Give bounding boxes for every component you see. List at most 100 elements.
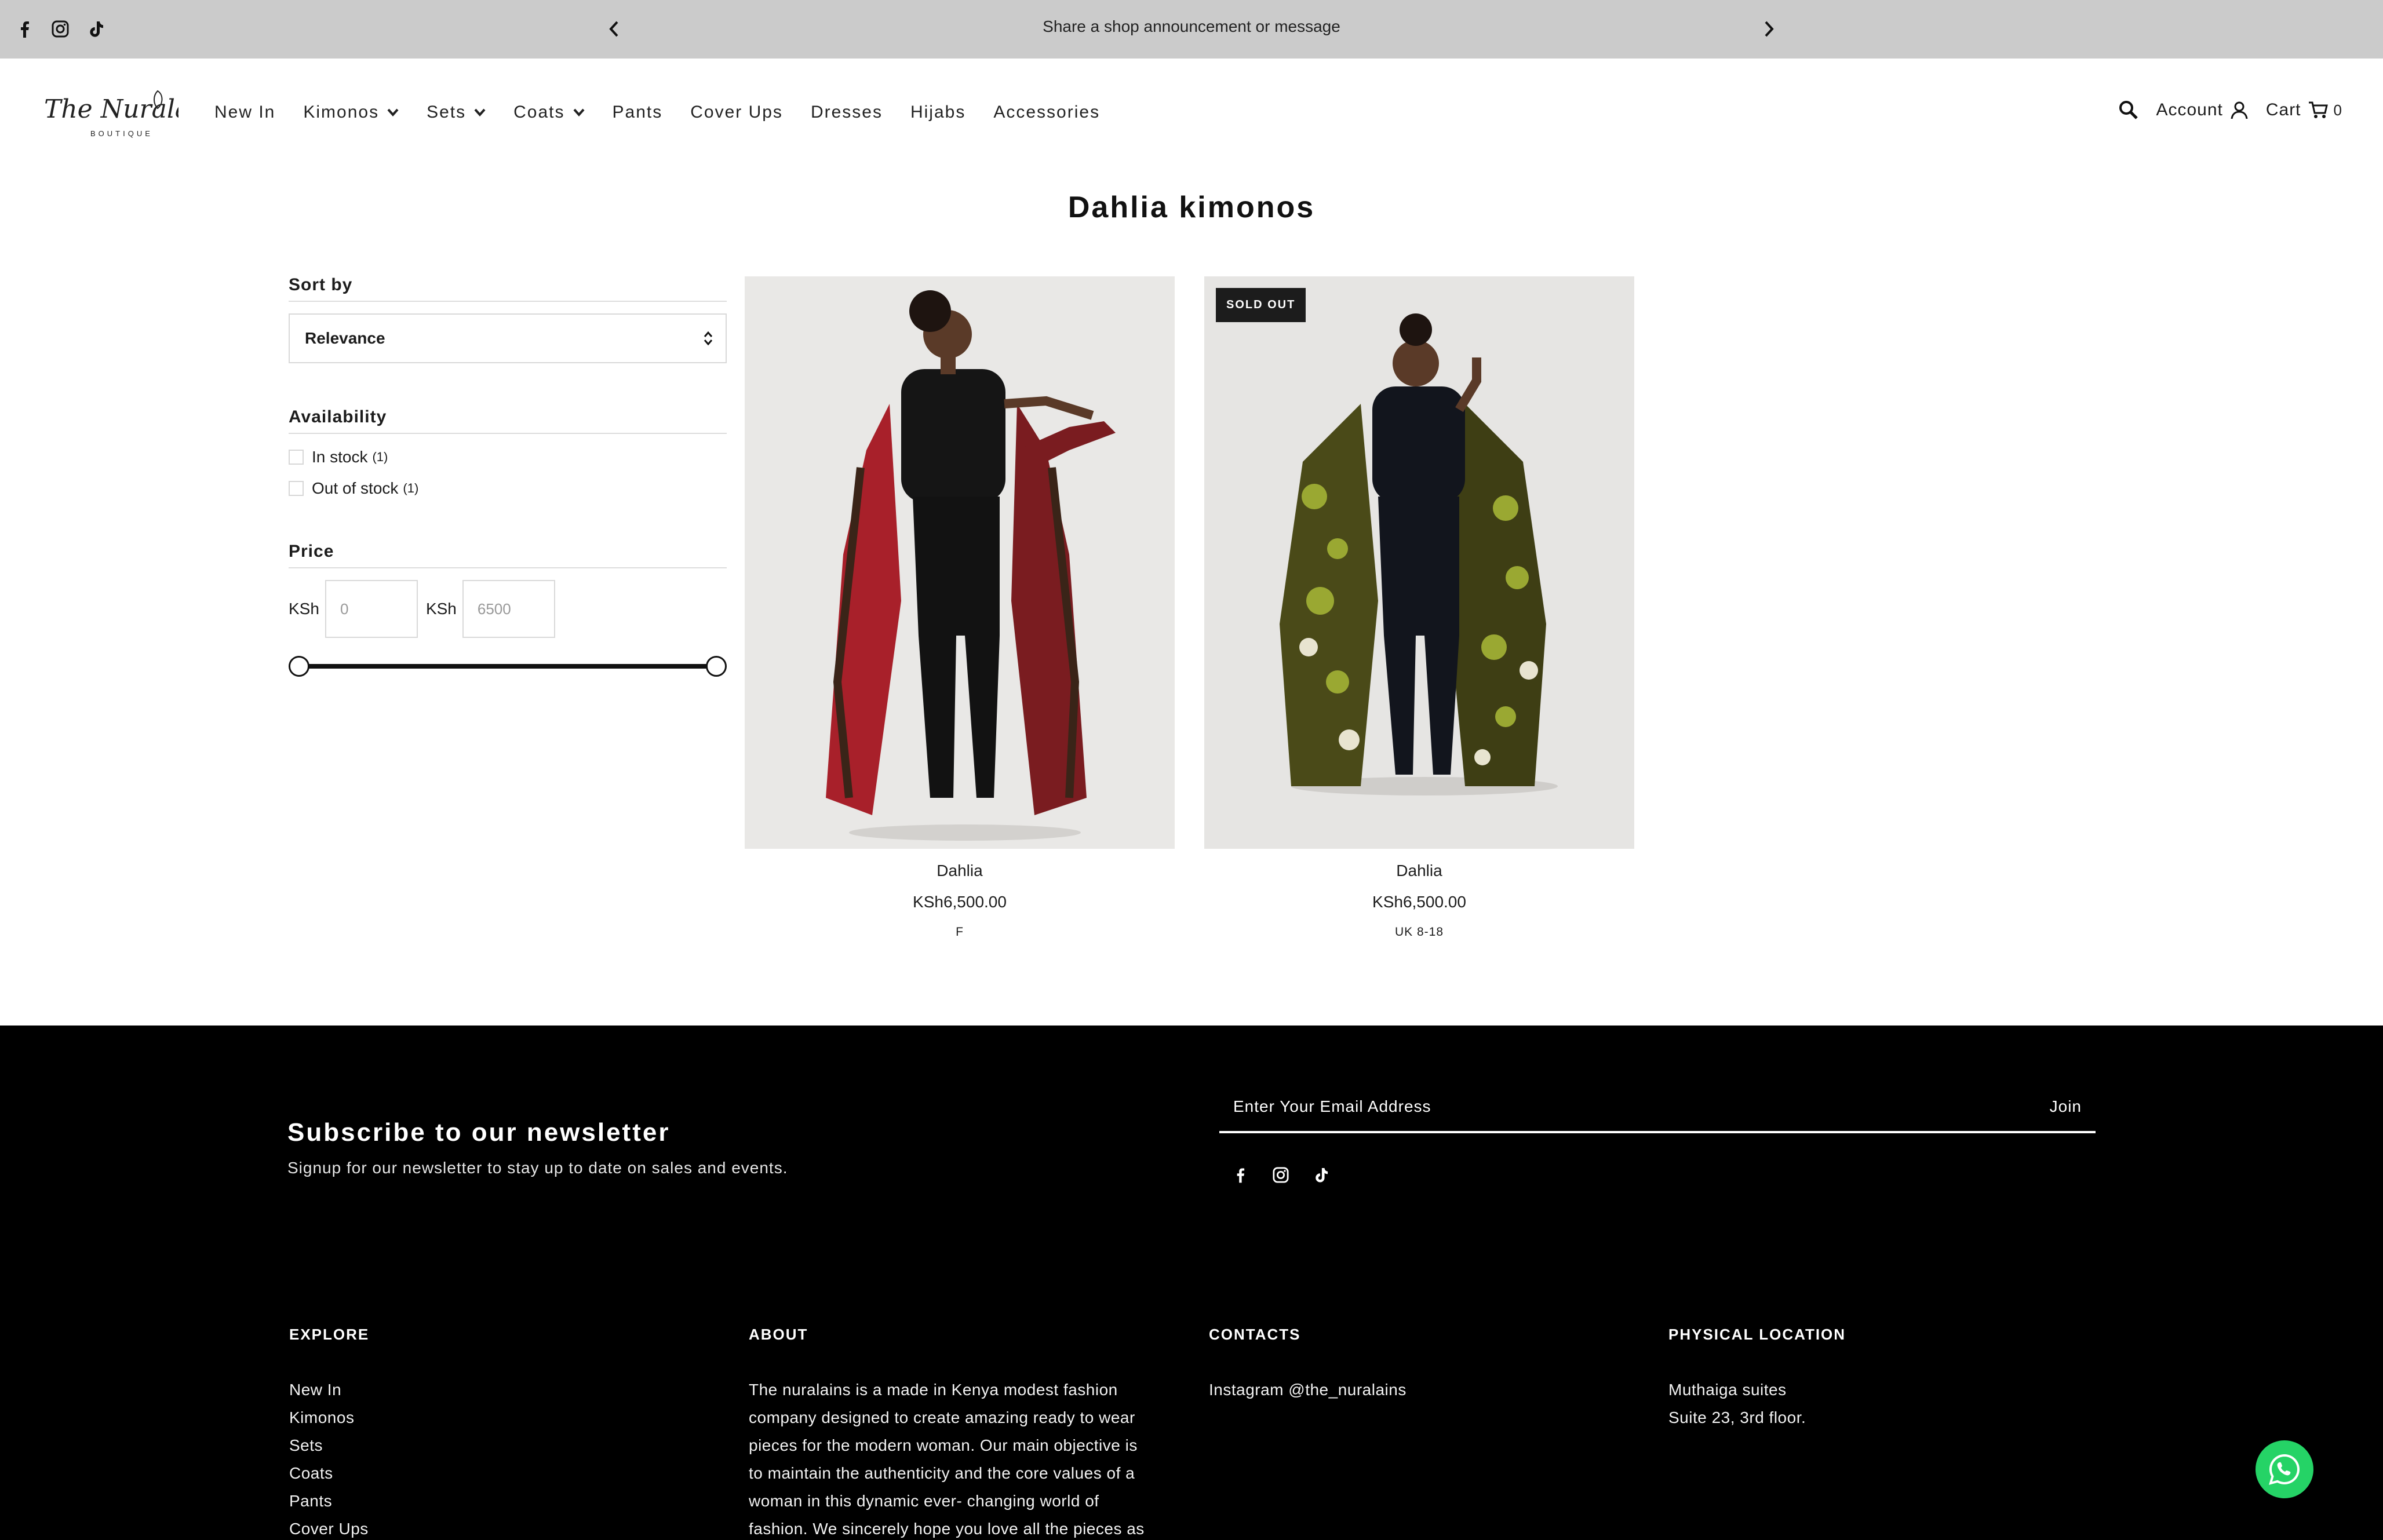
about-text: woman in this dynamic ever- changing wor… <box>749 1492 1099 1510</box>
nav-item-kimonos[interactable]: Kimonos <box>303 103 399 122</box>
footer-heading: CONTACTS <box>1209 1326 1301 1343</box>
product-name[interactable]: Dahlia <box>745 862 1175 880</box>
product-size: F <box>956 925 964 939</box>
search-button[interactable] <box>2119 100 2138 120</box>
announcement-prev-arrow[interactable] <box>600 15 628 43</box>
currency-label: KSh <box>289 600 319 618</box>
whatsapp-button[interactable] <box>2256 1440 2313 1498</box>
announcement-social <box>13 17 121 41</box>
tiktok-icon[interactable] <box>85 17 108 41</box>
footer-link[interactable]: New In <box>289 1376 718 1404</box>
cart-count: 0 <box>2333 101 2342 119</box>
in-stock-checkbox[interactable]: In stock (1) <box>289 448 727 466</box>
footer-about: ABOUT The nuralains is a made in Kenya m… <box>749 1326 1178 1540</box>
logo-text: The Nuralains <box>44 94 178 124</box>
cart-link[interactable]: Cart 0 <box>2266 100 2342 120</box>
facebook-icon[interactable] <box>1229 1163 1252 1187</box>
sort-value: Relevance <box>305 329 385 347</box>
instagram-icon[interactable] <box>49 17 72 41</box>
checkbox-count: (1) <box>403 481 419 495</box>
product-image[interactable]: SOLD OUT <box>1204 276 1634 849</box>
price-inputs: KSh 0 KSh 6500 <box>289 580 727 638</box>
account-link[interactable]: Account <box>2156 100 2248 120</box>
user-icon <box>2231 101 2248 119</box>
about-text: to maintain the authenticity and the cor… <box>749 1464 1135 1482</box>
location-text: Suite 23, 3rd floor. <box>1668 1408 1806 1426</box>
footer-link[interactable]: Sets <box>289 1432 718 1459</box>
checkbox[interactable] <box>289 450 304 465</box>
announcement-message: Share a shop announcement or message <box>1043 17 1340 35</box>
footer-location: PHYSICAL LOCATION Muthaiga suites Suite … <box>1668 1326 2097 1432</box>
nav-label: Cover Ups <box>690 103 783 122</box>
price-max-input[interactable]: 6500 <box>462 580 555 638</box>
footer-link[interactable]: Pants <box>289 1487 718 1515</box>
availability-options: In stock (1) Out of stock (1) <box>289 448 727 498</box>
product-card[interactable]: Dahlia KSh6,500.00 F <box>745 276 1175 939</box>
footer-link[interactable]: Kimonos <box>289 1404 718 1432</box>
newsletter-title: Subscribe to our newsletter <box>287 1118 671 1147</box>
currency-label: KSh <box>425 600 457 618</box>
footer-link[interactable]: Coats <box>289 1459 718 1487</box>
about-text: pieces for the modern woman. Our main ob… <box>749 1436 1138 1454</box>
footer-explore: EXPLORE New In Kimonos Sets Coats Pants … <box>289 1326 718 1540</box>
sort-select[interactable]: Relevance <box>289 313 727 363</box>
site-logo[interactable]: The Nuralains BOUTIQUE <box>42 86 228 142</box>
main-nav: New In Kimonos Sets Coats Pants Cover Up… <box>214 103 1128 122</box>
nav-label: Sets <box>427 103 467 122</box>
price-heading: Price <box>289 542 727 568</box>
footer-heading: ABOUT <box>749 1326 808 1343</box>
nav-label: Pants <box>612 103 663 122</box>
tiktok-icon[interactable] <box>1310 1163 1333 1187</box>
nav-label: Accessories <box>993 103 1101 122</box>
out-of-stock-checkbox[interactable]: Out of stock (1) <box>289 479 727 498</box>
nav-item-dresses[interactable]: Dresses <box>811 103 883 122</box>
nav-label: Kimonos <box>303 103 380 122</box>
email-input[interactable]: Enter Your Email Address <box>1233 1097 2050 1116</box>
nav-label: Coats <box>513 103 565 122</box>
instagram-icon[interactable] <box>1269 1163 1292 1187</box>
filter-sidebar: Sort by Relevance Availability In stock … <box>289 275 727 677</box>
product-name[interactable]: Dahlia <box>1204 862 1634 880</box>
logo-subtext: BOUTIQUE <box>90 129 153 138</box>
site-footer: Subscribe to our newsletter Signup for o… <box>0 1026 2383 1540</box>
checkbox-label: Out of stock <box>312 479 399 497</box>
account-label: Account <box>2156 100 2223 119</box>
whatsapp-icon <box>2269 1454 2300 1485</box>
nav-item-sets[interactable]: Sets <box>427 103 486 122</box>
cart-icon <box>2308 101 2328 118</box>
nav-label: Hijabs <box>910 103 966 122</box>
nav-item-pants[interactable]: Pants <box>613 103 663 122</box>
newsletter-subtitle: Signup for our newsletter to stay up to … <box>287 1159 788 1177</box>
nav-item-hijabs[interactable]: Hijabs <box>910 103 965 122</box>
sold-out-badge: SOLD OUT <box>1216 288 1306 322</box>
header-actions: Account Cart 0 <box>2101 100 2342 120</box>
chevron-down-icon <box>387 108 399 116</box>
nav-item-cover-ups[interactable]: Cover Ups <box>690 103 783 122</box>
slider-max-handle[interactable] <box>706 656 727 677</box>
instagram-contact-link[interactable]: Instagram @the_nuralains <box>1209 1376 1638 1404</box>
about-text: The nuralains is a made in Kenya modest … <box>749 1381 1118 1399</box>
chevron-down-icon <box>573 108 584 116</box>
site-header: The Nuralains BOUTIQUE New In Kimonos Se… <box>0 59 2383 169</box>
join-button[interactable]: Join <box>2050 1097 2082 1116</box>
product-card[interactable]: SOLD OUT Dahlia KSh6,500.00 UK 8-18 <box>1204 276 1634 939</box>
price-range-slider[interactable] <box>289 654 727 677</box>
about-text: fashion. We sincerely hope you love all … <box>749 1520 1145 1538</box>
footer-link[interactable]: Cover Ups <box>289 1515 718 1540</box>
page-title: Dahlia kimonos <box>1067 191 1316 224</box>
announcement-next-arrow[interactable] <box>1755 15 1783 43</box>
nav-item-coats[interactable]: Coats <box>513 103 584 122</box>
facebook-icon[interactable] <box>13 17 36 41</box>
search-icon <box>2119 101 2138 119</box>
nav-item-accessories[interactable]: Accessories <box>993 103 1100 122</box>
slider-min-handle[interactable] <box>289 656 309 677</box>
select-arrows-icon <box>704 331 713 346</box>
footer-heading: PHYSICAL LOCATION <box>1668 1326 1846 1343</box>
nav-item-new-in[interactable]: New In <box>214 103 275 122</box>
footer-social <box>1229 1163 1350 1187</box>
about-text: company designed to create amazing ready… <box>749 1408 1135 1426</box>
location-text: Muthaiga suites <box>1668 1381 1787 1399</box>
price-min-input[interactable]: 0 <box>325 580 418 638</box>
product-image[interactable] <box>745 276 1175 849</box>
checkbox[interactable] <box>289 481 304 496</box>
